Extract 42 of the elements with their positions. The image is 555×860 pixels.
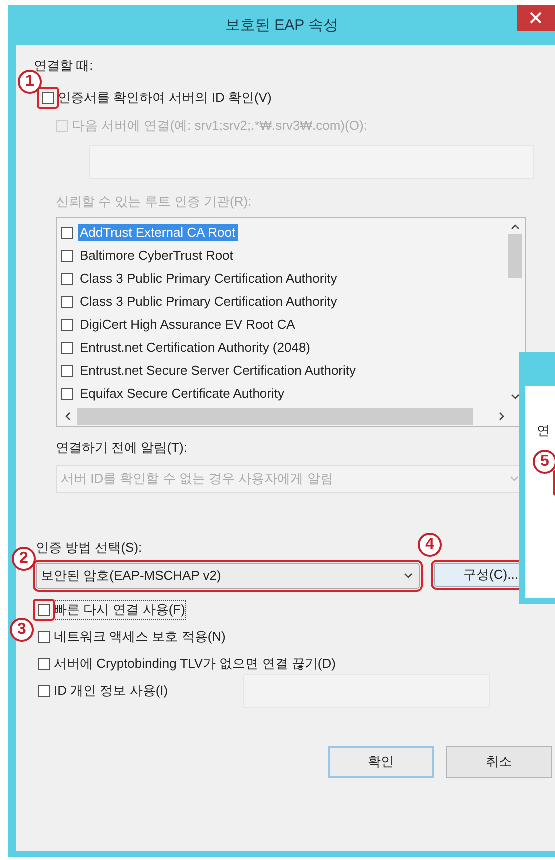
- checkbox[interactable]: [61, 318, 73, 330]
- certificate-item[interactable]: Equifax Secure Certificate Authority: [78, 385, 286, 402]
- scrollbar-thumb[interactable]: [77, 408, 473, 424]
- certificate-item[interactable]: Baltimore CyberTrust Root: [78, 247, 236, 264]
- checkbox[interactable]: [38, 658, 50, 670]
- list-label: 신뢰할 수 있는 루트 인증 기관(R):: [56, 193, 253, 211]
- auth-method-label: 인증 방법 선택(S):: [35, 539, 142, 557]
- certificate-item[interactable]: Class 3 Public Primary Certification Authority: [78, 270, 340, 287]
- checkbox-label: 빠른 다시 연결 사용(F): [54, 601, 186, 619]
- certificate-item[interactable]: Entrust.net Certification Authority (2048): [78, 339, 313, 356]
- certificate-item[interactable]: Class 3 Public Primary Certification Authority: [78, 293, 340, 310]
- number-marker: 5: [533, 450, 555, 474]
- checkbox[interactable]: [61, 364, 73, 376]
- number-marker: 3: [10, 618, 34, 642]
- checkbox-label: 서버에 Cryptobinding TLV가 없으면 연결 끊기(D): [54, 655, 336, 673]
- certificate-item[interactable]: DigiCert High Assurance EV Root CA: [78, 316, 298, 333]
- ok-button[interactable]: 확인: [328, 746, 434, 778]
- close-icon: [530, 12, 542, 24]
- number-marker: 4: [418, 533, 442, 557]
- checkbox[interactable]: [61, 388, 73, 400]
- checkbox-label: 네트워크 액세스 보호 적용(N): [54, 628, 226, 646]
- window-title: 보호된 EAP 속성: [225, 16, 339, 34]
- checkbox[interactable]: [61, 226, 73, 238]
- checkbox[interactable]: [61, 250, 73, 262]
- checkbox[interactable]: [61, 296, 73, 308]
- checkbox-label: 인증서를 확인하여 서버의 ID 확인(V): [58, 89, 272, 107]
- checkbox-label: 다음 서버에 연결(예: srv1;srv2;.*₩.srv3₩.com)(O):: [72, 117, 368, 135]
- notify-label: 연결하기 전에 알림(T):: [56, 439, 188, 457]
- checkbox-label: ID 개인 정보 사용(I): [54, 682, 168, 700]
- close-button[interactable]: [517, 5, 555, 31]
- cancel-button[interactable]: 취소: [446, 746, 552, 778]
- number-marker: 2: [12, 547, 36, 571]
- checkbox[interactable]: [38, 685, 50, 697]
- checkbox[interactable]: [61, 272, 73, 284]
- checkbox[interactable]: [38, 631, 50, 643]
- scrollbar-thumb[interactable]: [508, 234, 522, 278]
- certificate-item[interactable]: Entrust.net Secure Server Certification Authority: [78, 362, 358, 379]
- checkbox[interactable]: [42, 92, 54, 104]
- dialog-text: 연: [537, 422, 550, 440]
- checkbox[interactable]: [61, 342, 73, 354]
- auth-method-dropdown[interactable]: 보안된 암호(EAP-MSCHAP v2): [36, 563, 420, 589]
- checkbox[interactable]: [38, 604, 50, 616]
